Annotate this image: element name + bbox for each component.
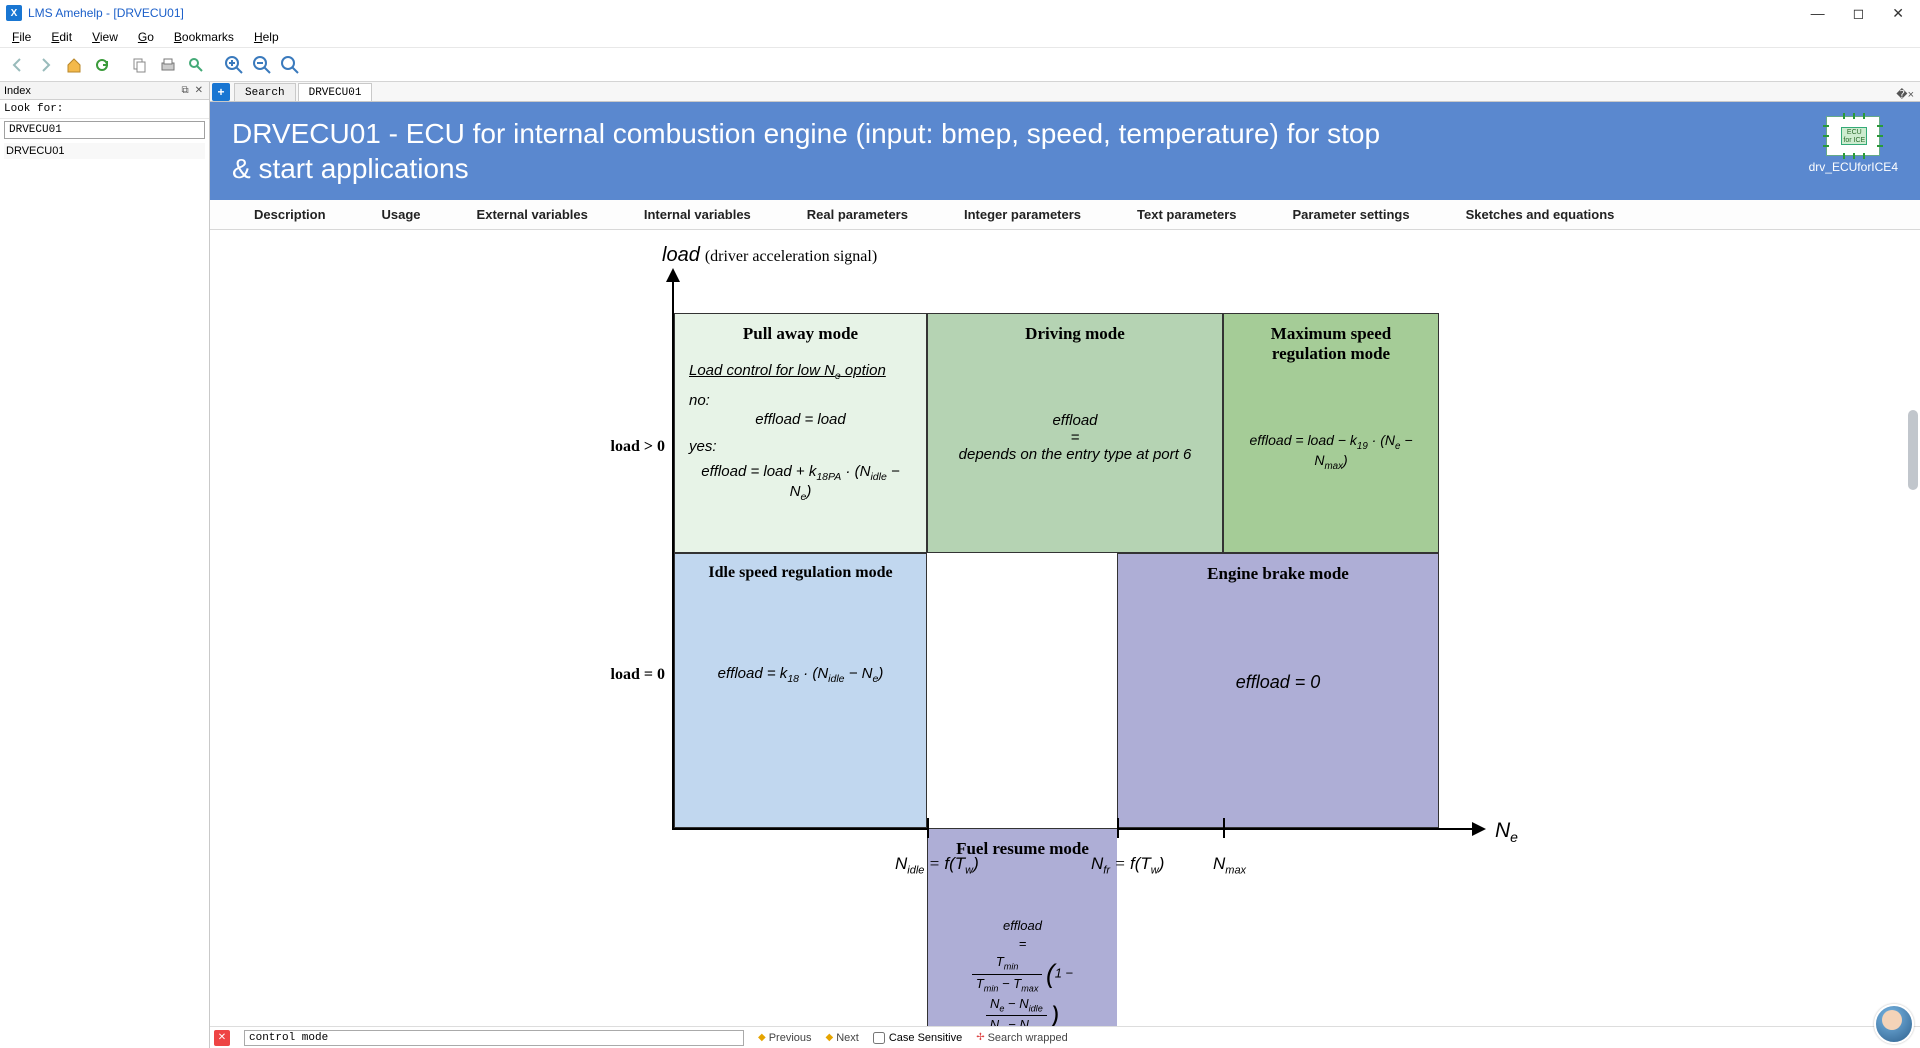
- window-title: LMS Amehelp - [DRVECU01]: [28, 6, 184, 20]
- assistant-avatar-icon[interactable]: [1874, 1004, 1914, 1044]
- toolbar: [0, 48, 1920, 82]
- section-external-variables[interactable]: External variables: [449, 200, 616, 229]
- ecu-icon: ECUfor ICE: [1826, 116, 1880, 156]
- menu-go[interactable]: Go: [130, 28, 162, 46]
- sidebar-list: DRVECU01: [0, 141, 209, 1048]
- find-wrap-indicator: ✢Search wrapped: [976, 1032, 1068, 1044]
- menu-bookmarks[interactable]: Bookmarks: [166, 28, 242, 46]
- section-integer-parameters[interactable]: Integer parameters: [936, 200, 1109, 229]
- x-tick-idle: [927, 818, 929, 838]
- cell-engine-brake: Engine brake mode effload = 0: [1117, 553, 1439, 828]
- cell-max-speed: Maximum speed regulation mode effload = …: [1223, 313, 1439, 553]
- component-name-label: drv_ECUforICE4: [1809, 160, 1898, 174]
- menu-view[interactable]: View: [84, 28, 126, 46]
- sidebar-header: Index ⧉ ✕: [0, 82, 209, 100]
- page-title: DRVECU01 - ECU for internal combustion e…: [232, 116, 1382, 186]
- look-for-input[interactable]: [4, 121, 205, 139]
- document-body[interactable]: load (driver acceleration signal) Ne loa…: [210, 230, 1920, 1026]
- reload-button[interactable]: [90, 53, 114, 77]
- find-previous-button[interactable]: ◆Previous: [758, 1032, 812, 1044]
- tabstrip-close-icon[interactable]: �×: [1896, 88, 1920, 101]
- menu-edit[interactable]: Edit: [43, 28, 80, 46]
- zoom-in-button[interactable]: [222, 53, 246, 77]
- find-bar: ✕ ◆Previous ◆Next Case Sensitive ✢Search…: [210, 1026, 1920, 1048]
- x-axis-arrow-icon: [1472, 822, 1486, 836]
- app-icon: X: [6, 5, 22, 21]
- minimize-button[interactable]: —: [1811, 5, 1825, 22]
- x-tick-label-idle: Nidle = f(Tw): [895, 854, 979, 876]
- section-sketches-equations[interactable]: Sketches and equations: [1438, 200, 1643, 229]
- copy-button[interactable]: [128, 53, 152, 77]
- titlebar: X LMS Amehelp - [DRVECU01] — ◻ ✕: [0, 0, 1920, 26]
- back-button[interactable]: [6, 53, 30, 77]
- close-button[interactable]: ✕: [1892, 5, 1904, 22]
- section-parameter-settings[interactable]: Parameter settings: [1265, 200, 1438, 229]
- cell-idle-speed: Idle speed regulation mode effload = k18…: [674, 553, 927, 828]
- section-usage[interactable]: Usage: [354, 200, 449, 229]
- x-axis-label: Ne: [1495, 818, 1518, 845]
- cell-title: Pull away mode: [689, 324, 912, 344]
- sidebar-undock-icon[interactable]: ⧉: [179, 85, 190, 96]
- section-tabs: Description Usage External variables Int…: [210, 200, 1920, 230]
- tab-strip: + Search DRVECU01 �×: [210, 82, 1920, 102]
- look-for-label: Look for:: [0, 100, 209, 119]
- case-sensitive-checkbox[interactable]: Case Sensitive: [873, 1032, 962, 1044]
- section-real-parameters[interactable]: Real parameters: [779, 200, 936, 229]
- zoom-out-button[interactable]: [250, 53, 274, 77]
- maximize-button[interactable]: ◻: [1853, 5, 1865, 22]
- find-close-button[interactable]: ✕: [214, 1030, 230, 1046]
- sidebar-close-icon[interactable]: ✕: [193, 85, 205, 96]
- row-label-load-eq0: load = 0: [595, 666, 665, 684]
- print-button[interactable]: [156, 53, 180, 77]
- cell-driving: Driving mode effload=depends on the entr…: [927, 313, 1223, 553]
- x-tick-fr: [1117, 818, 1119, 838]
- section-description[interactable]: Description: [226, 200, 354, 229]
- row-label-load-gt0: load > 0: [595, 438, 665, 456]
- home-button[interactable]: [62, 53, 86, 77]
- x-tick-max: [1223, 818, 1225, 838]
- x-tick-label-fr: Nfr = f(Tw): [1091, 854, 1164, 876]
- tab-search[interactable]: Search: [234, 83, 296, 101]
- cell-title: Maximum speed regulation mode: [1238, 324, 1424, 364]
- section-text-parameters[interactable]: Text parameters: [1109, 200, 1264, 229]
- page-header: DRVECU01 - ECU for internal combustion e…: [210, 102, 1920, 200]
- find-next-button[interactable]: ◆Next: [826, 1032, 859, 1044]
- sidebar: Index ⧉ ✕ Look for: DRVECU01: [0, 82, 210, 1048]
- menu-file[interactable]: File: [4, 28, 39, 46]
- section-internal-variables[interactable]: Internal variables: [616, 200, 779, 229]
- find-button[interactable]: [184, 53, 208, 77]
- tab-drvecu01[interactable]: DRVECU01: [298, 83, 373, 101]
- menu-help[interactable]: Help: [246, 28, 287, 46]
- x-tick-label-max: Nmax: [1213, 854, 1246, 876]
- new-tab-button[interactable]: +: [212, 83, 230, 101]
- cell-title: Driving mode: [942, 324, 1208, 344]
- find-input[interactable]: [244, 1030, 744, 1046]
- cell-title: Engine brake mode: [1132, 564, 1424, 584]
- cell-title: Idle speed regulation mode: [689, 564, 912, 582]
- zoom-reset-button[interactable]: [278, 53, 302, 77]
- cell-pull-away: Pull away mode Load control for low Ne o…: [674, 313, 927, 553]
- forward-button[interactable]: [34, 53, 58, 77]
- sidebar-header-label: Index: [4, 85, 31, 97]
- scrollbar-thumb[interactable]: [1908, 410, 1918, 490]
- menubar: File Edit View Go Bookmarks Help: [0, 26, 1920, 48]
- y-axis-label: load (driver acceleration signal): [662, 244, 877, 267]
- sidebar-item-drvecu01[interactable]: DRVECU01: [4, 143, 205, 159]
